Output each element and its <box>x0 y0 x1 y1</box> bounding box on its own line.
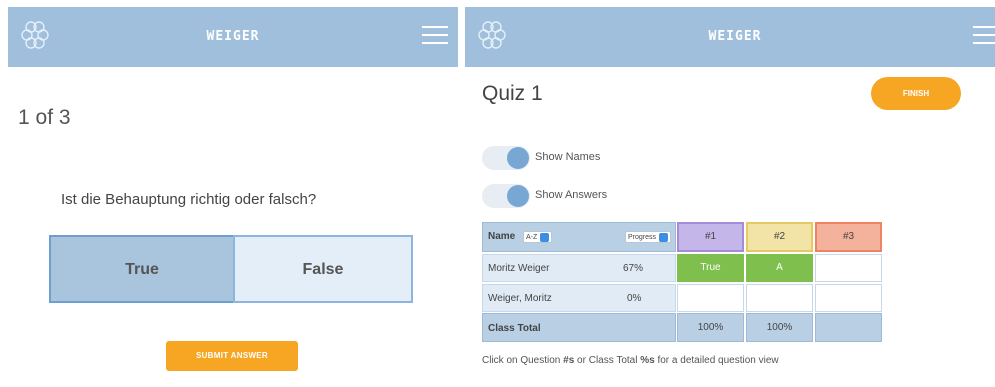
quiz-title: Quiz 1 <box>482 82 543 105</box>
show-answers-label: Show Answers <box>535 189 608 201</box>
class-total-label: Class Total <box>488 323 541 334</box>
select-arrow-icon <box>659 232 669 242</box>
answer-cell <box>815 254 882 282</box>
table-footnote: Click on Question #s or Class Total %s f… <box>482 355 779 366</box>
answer-cell <box>815 284 882 312</box>
show-names-toggle[interactable] <box>482 146 530 170</box>
answer-cell <box>746 284 813 312</box>
answer-cell: A <box>746 254 813 282</box>
student-progress: 0% <box>627 293 642 304</box>
table-row: Weiger, Moritz 0% <box>482 284 676 312</box>
select-arrow-icon <box>540 232 550 242</box>
name-header-label: Name <box>488 231 516 242</box>
hamburger-menu-icon[interactable] <box>973 26 995 46</box>
table-header-name: Name A-Z Progress <box>482 222 676 252</box>
class-total-row: Class Total <box>482 313 676 342</box>
answer-cell: True <box>677 254 744 282</box>
brand-title: WEIGER <box>708 29 762 44</box>
sort-select[interactable]: A-Z <box>523 231 553 243</box>
question-counter: 1 of 3 <box>18 106 71 129</box>
student-progress: 67% <box>623 263 644 274</box>
student-name: Moritz Weiger <box>488 263 550 274</box>
student-view-panel: WEIGER 1 of 3 Ist die Behauptung richtig… <box>0 0 461 387</box>
show-answers-toggle[interactable] <box>482 184 530 208</box>
top-bar: WEIGER <box>8 7 458 67</box>
show-names-label: Show Names <box>535 151 601 163</box>
progress-select[interactable]: Progress <box>625 231 672 243</box>
finish-button[interactable]: FINISH <box>871 77 961 110</box>
answer-cell <box>677 284 744 312</box>
teacher-view-panel: WEIGER Quiz 1 FINISH Show Names Show Ans… <box>462 0 995 387</box>
question-header-3[interactable]: #3 <box>815 222 882 252</box>
class-total-value-1[interactable]: 100% <box>677 313 744 342</box>
submit-answer-button[interactable]: SUBMIT ANSWER <box>166 341 298 371</box>
answer-false-button[interactable]: False <box>233 235 413 303</box>
question-header-2[interactable]: #2 <box>746 222 813 252</box>
class-total-value-3[interactable] <box>815 313 882 342</box>
top-bar: WEIGER <box>465 7 995 67</box>
question-header-1[interactable]: #1 <box>677 222 744 252</box>
table-row: Moritz Weiger 67% <box>482 254 676 282</box>
student-name: Weiger, Moritz <box>488 293 552 304</box>
answer-true-button[interactable]: True <box>49 235 235 303</box>
question-text: Ist die Behauptung richtig oder falsch? <box>61 191 317 208</box>
hamburger-menu-icon[interactable] <box>422 26 448 46</box>
class-total-value-2[interactable]: 100% <box>746 313 813 342</box>
brand-title: WEIGER <box>206 29 260 44</box>
